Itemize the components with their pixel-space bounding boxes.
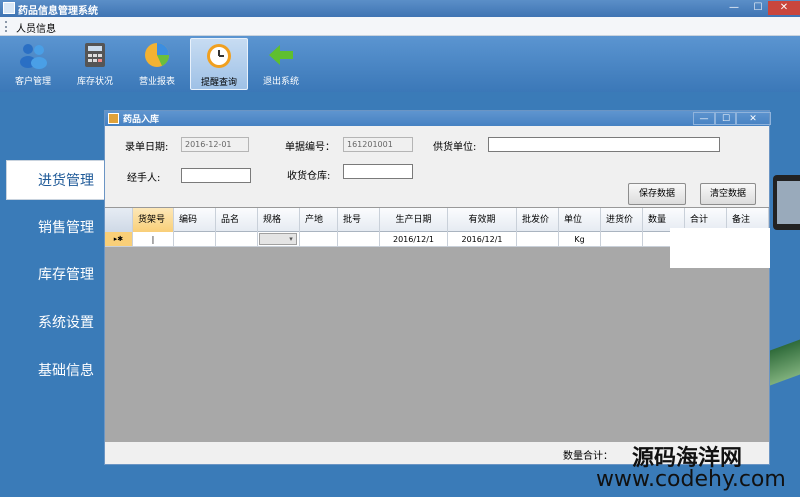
supplier-label: 供货单位: <box>433 142 477 153</box>
toolbar-label: 客户管理 <box>14 77 51 87</box>
cell-purchase-price[interactable] <box>601 232 643 247</box>
toolbar: 客户管理 库存状况 营业报表 提醒查询 退出系统 <box>0 36 800 92</box>
save-button[interactable]: 保存数据 <box>628 183 686 205</box>
handler-field[interactable] <box>181 168 251 183</box>
minimize-button[interactable]: — <box>722 1 746 15</box>
phone-image <box>773 175 800 230</box>
menu-bar: 人员信息 <box>0 17 800 36</box>
column-header[interactable]: 批号 <box>338 208 380 232</box>
cell-expiry[interactable]: 2016/12/1 <box>448 232 517 247</box>
cell-batch[interactable] <box>338 232 380 247</box>
app-icon <box>3 2 15 14</box>
cell-shelf[interactable]: | <box>133 232 174 247</box>
close-button[interactable]: ✕ <box>768 1 800 15</box>
toolbar-label: 营业报表 <box>138 77 175 87</box>
cell-origin[interactable] <box>300 232 338 247</box>
quantity-sum-label: 数量合计： <box>563 451 613 462</box>
column-header[interactable]: 有效期 <box>448 208 517 232</box>
maximize-button[interactable]: ☐ <box>746 1 770 15</box>
toolbar-customer-button[interactable]: 客户管理 <box>4 38 62 90</box>
cell-name[interactable] <box>216 232 258 247</box>
column-header[interactable]: 进货价 <box>601 208 643 232</box>
column-header[interactable]: 品名 <box>216 208 258 232</box>
cell-unit[interactable]: Kg <box>559 232 601 247</box>
order-number-field[interactable]: 161201001 <box>343 137 413 152</box>
child-maximize-button[interactable]: ☐ <box>715 112 737 125</box>
warehouse-field[interactable] <box>343 164 413 179</box>
child-window-title: 药品入库 <box>123 115 160 125</box>
spec-combo[interactable]: ▾ <box>259 233 297 245</box>
child-title-bar: 药品入库 — ☐ ✕ <box>105 111 771 126</box>
chevron-down-icon: ▾ <box>289 235 293 243</box>
title-bar: 药品信息管理系统 — ☐ ✕ <box>0 0 800 17</box>
column-header[interactable]: 批发价 <box>517 208 559 232</box>
back-arrow-icon <box>269 45 293 65</box>
toolbar-label: 库存状况 <box>76 77 113 87</box>
calculator-icon <box>85 43 105 67</box>
cell-wholesale-price[interactable] <box>517 232 559 247</box>
menu-item-staff[interactable]: 人员信息 <box>16 20 56 35</box>
cell-code[interactable] <box>174 232 216 247</box>
column-header[interactable]: 产地 <box>300 208 338 232</box>
supplier-field[interactable] <box>488 137 720 152</box>
cell-production-date[interactable]: 2016/12/1 <box>380 232 448 247</box>
watermark-cover <box>670 228 770 268</box>
toolbar-exit-button[interactable]: 退出系统 <box>252 38 310 90</box>
menu-grip-icon <box>5 21 7 32</box>
toolbar-reminder-button[interactable]: 提醒查询 <box>190 38 248 90</box>
toolbar-inventory-button[interactable]: 库存状况 <box>66 38 124 90</box>
toolbar-report-button[interactable]: 营业报表 <box>128 38 186 90</box>
warehouse-label: 收货仓库: <box>287 171 331 182</box>
child-minimize-button[interactable]: — <box>693 112 715 125</box>
stock-in-window: 药品入库 — ☐ ✕ 录单日期: 2016-12-01 单据编号： 161201… <box>104 110 771 465</box>
column-header[interactable]: 单位 <box>559 208 601 232</box>
order-number-label: 单据编号： <box>285 142 335 153</box>
cell-quantity[interactable] <box>643 232 671 247</box>
window-title: 药品信息管理系统 <box>18 6 98 17</box>
cell-spec[interactable]: ▾ <box>258 232 300 247</box>
column-header[interactable]: 货架号 <box>133 208 174 232</box>
grid-corner <box>105 208 133 232</box>
toolbar-label: 退出系统 <box>262 77 299 87</box>
clock-icon <box>207 44 231 68</box>
child-close-button[interactable]: ✕ <box>735 112 771 125</box>
child-window-icon <box>108 113 119 124</box>
column-header[interactable]: 编码 <box>174 208 216 232</box>
column-header[interactable]: 规格 <box>258 208 300 232</box>
clear-button[interactable]: 清空数据 <box>700 183 756 205</box>
date-label: 录单日期: <box>125 142 169 153</box>
table-row[interactable]: ▸✱ | ▾ 2016/12/1 2016/12/1 Kg <box>105 232 671 247</box>
row-indicator-icon: ▸✱ <box>105 232 133 247</box>
pie-chart-icon <box>145 43 170 67</box>
handler-label: 经手人: <box>127 173 161 184</box>
toolbar-label: 提醒查询 <box>200 78 237 88</box>
users-icon <box>20 44 47 69</box>
column-header[interactable]: 生产日期 <box>380 208 448 232</box>
date-field[interactable]: 2016-12-01 <box>181 137 249 152</box>
watermark-url: www.codehy.com <box>596 467 786 492</box>
